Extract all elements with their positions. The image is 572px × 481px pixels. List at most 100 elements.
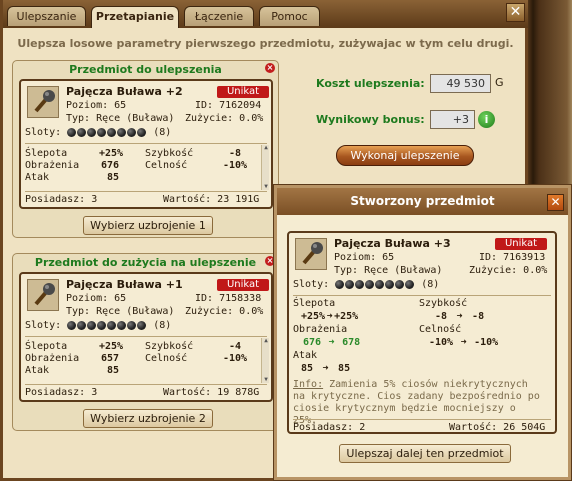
item-level: Poziom: 65 — [334, 252, 395, 263]
scrollbar[interactable]: ▲ ▼ — [261, 338, 269, 383]
owned-count: Posiadasz: 2 — [293, 422, 366, 433]
info-label: Info: — [293, 379, 324, 390]
slots-count: (8) — [421, 279, 440, 290]
bonus-field: +3 — [430, 110, 475, 129]
arrow-right-icon: ➜ — [326, 311, 333, 322]
socket-icons — [335, 279, 415, 290]
slots-row: Sloty: (8) — [25, 127, 171, 138]
owned-count: Posiadasz: 3 — [25, 194, 98, 205]
slots-label: Sloty: — [25, 320, 62, 331]
created-item-card: Pajęcza Buława +3 Unikat Poziom: 65 ID: … — [287, 231, 557, 434]
item-id: ID: 7158338 — [195, 293, 262, 304]
scrollbar[interactable]: ▲ ▼ — [261, 145, 269, 190]
divider — [293, 419, 551, 420]
created-item-popup: Stworzony przedmiot ✕ Pajęcza Buława +3 … — [274, 185, 571, 480]
scroll-down-icon[interactable]: ▼ — [262, 377, 270, 383]
slots-count: (8) — [153, 320, 172, 331]
stat-old-value: +25%➜+25% — [301, 311, 359, 322]
select-weapon-2-button[interactable]: Wybierz uzbrojenie 2 — [83, 409, 213, 428]
stat-name: Celność — [419, 324, 462, 335]
item-value: Wartość: 23 191G — [163, 194, 260, 205]
continue-upgrade-button[interactable]: Ulepszaj dalej ten przedmiot — [339, 444, 511, 463]
arrow-right-icon: ➜ — [322, 363, 329, 374]
divider — [25, 384, 267, 385]
slots-label: Sloty: — [25, 127, 62, 138]
tab-ulepszanie[interactable]: Ulepszanie — [7, 6, 86, 26]
item-type: Typ: Ręce (Buława) — [334, 265, 443, 276]
stat-name: Obrażenia — [293, 324, 348, 335]
info-icon[interactable]: i — [478, 111, 495, 128]
rarity-badge: Unikat — [217, 279, 269, 291]
slots-row: Sloty: (8) — [293, 279, 439, 290]
mace-icon — [27, 279, 59, 311]
stat-value: +25% — [99, 148, 124, 159]
item-wear: Zużycie: 0.0% — [185, 113, 264, 124]
stat-value: 85 — [107, 365, 120, 376]
divider — [25, 191, 267, 192]
socket-icons — [67, 320, 147, 331]
item-wear: Zużycie: 0.0% — [185, 306, 264, 317]
slots-row: Sloty: (8) — [25, 320, 171, 331]
item-name: Pajęcza Buława +1 — [66, 278, 183, 291]
stat-name: Szybkość — [145, 148, 194, 159]
slots-count: (8) — [153, 127, 172, 138]
arrow-right-icon: ➜ — [456, 311, 463, 322]
scroll-down-icon[interactable]: ▼ — [262, 184, 270, 190]
stat-name: Szybkość — [419, 298, 468, 309]
arrow-right-icon: ➜ — [460, 337, 467, 348]
tab-bar: Ulepszanie Przetapianie Łączenie Pomoc ✕ — [3, 0, 528, 28]
stat-name: Atak — [293, 350, 318, 361]
perform-upgrade-button[interactable]: Wykonaj ulepszenie — [336, 145, 474, 166]
panel-title: Przedmiot do zużycia na ulepszenie — [34, 256, 257, 269]
close-popup-button[interactable]: ✕ — [547, 194, 564, 211]
cost-field: 49 530 — [430, 74, 491, 93]
stat-value: -10% — [223, 160, 248, 171]
tab-laczenie[interactable]: Łączenie — [184, 6, 254, 26]
remove-item-icon[interactable]: × — [265, 63, 275, 73]
slots-label: Sloty: — [293, 279, 330, 290]
stat-name: Atak — [25, 365, 50, 376]
owned-count: Posiadasz: 3 — [25, 387, 98, 398]
item-id: ID: 7162094 — [195, 100, 262, 111]
stat-name: Celność — [145, 353, 188, 364]
popup-title: Stworzony przedmiot — [277, 188, 568, 215]
item-value: Wartość: 26 504G — [449, 422, 546, 433]
consume-item-panel: Przedmiot do zużycia na ulepszenie × Paj… — [12, 253, 279, 431]
tab-pomoc[interactable]: Pomoc — [259, 6, 320, 26]
scroll-up-icon[interactable]: ▲ — [262, 338, 270, 344]
stat-name: Ślepota — [293, 298, 336, 309]
mace-icon — [295, 238, 327, 270]
item-value: Wartość: 19 878G — [163, 387, 260, 398]
rarity-badge: Unikat — [495, 238, 547, 250]
item-wear: Zużycie: 0.0% — [469, 265, 548, 276]
item-level: Poziom: 65 — [66, 293, 127, 304]
stat-value: 676 — [101, 160, 120, 171]
stat-name: Ślepota — [25, 148, 68, 159]
cost-unit: G — [495, 76, 504, 89]
arrow-up-green-icon: ➜ — [328, 337, 335, 348]
stat-name: Szybkość — [145, 341, 194, 352]
stat-value: -4 — [229, 341, 242, 352]
stat-old-value: 85 ➜ 85 — [301, 363, 351, 374]
select-weapon-1-button[interactable]: Wybierz uzbrojenie 1 — [83, 216, 213, 235]
stat-name: Celność — [145, 160, 188, 171]
item-card: Pajęcza Buława +1 Unikat Poziom: 65 ID: … — [19, 272, 273, 402]
bonus-label: Wynikowy bonus: — [316, 113, 425, 126]
stat-value: 657 — [101, 353, 120, 364]
stat-value: 85 — [107, 172, 120, 183]
socket-icons — [67, 127, 147, 138]
stat-value: +25% — [99, 341, 124, 352]
panel-title: Przedmiot do ulepszenia — [69, 63, 222, 76]
divider — [293, 295, 551, 296]
stat-name: Atak — [25, 172, 50, 183]
mace-icon — [27, 86, 59, 118]
stat-improved-value: 676 ➜ 678 — [303, 337, 361, 348]
stat-value: -8 — [229, 148, 242, 159]
stat-value: -10% — [223, 353, 248, 364]
item-name: Pajęcza Buława +2 — [66, 85, 183, 98]
item-type: Typ: Ręce (Buława) — [66, 306, 175, 317]
close-window-button[interactable]: ✕ — [506, 3, 525, 22]
stat-old-value: -10% ➜ -10% — [429, 337, 499, 348]
tab-przetapianie[interactable]: Przetapianie — [91, 6, 179, 28]
scroll-up-icon[interactable]: ▲ — [262, 145, 270, 151]
